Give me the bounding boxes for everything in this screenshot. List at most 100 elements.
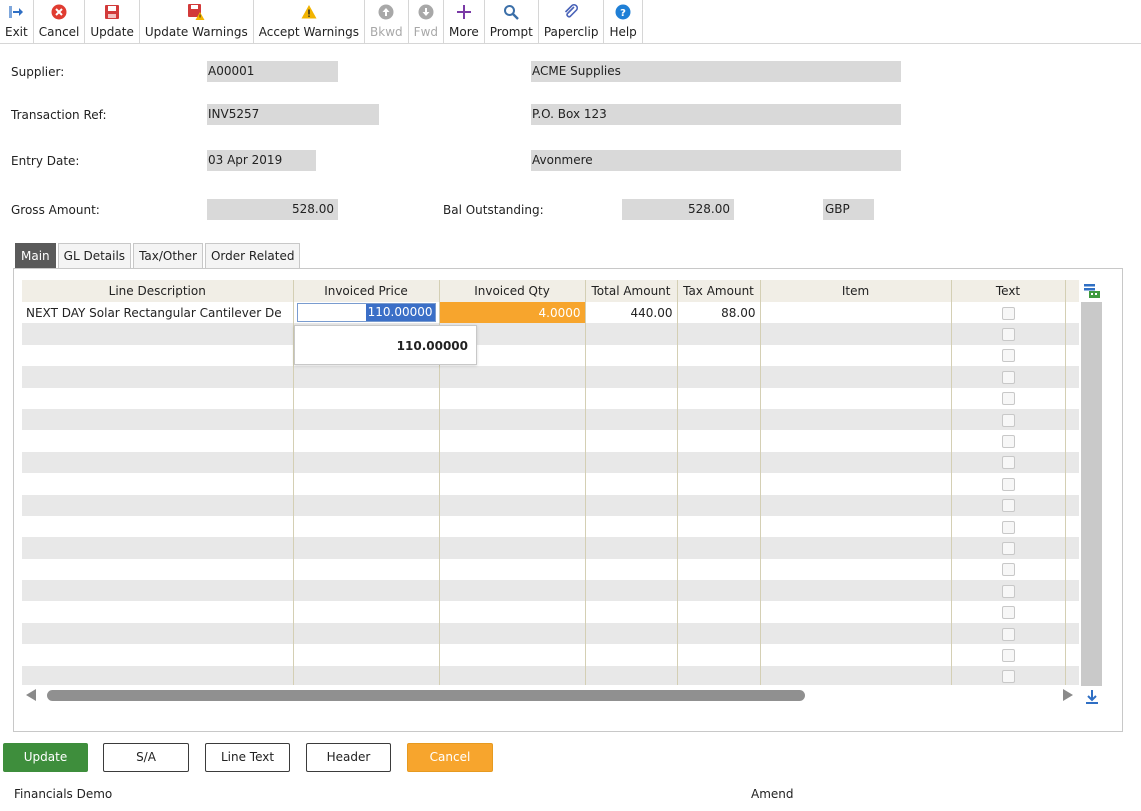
vertical-scrollbar[interactable] bbox=[1081, 302, 1102, 686]
item-cell[interactable] bbox=[760, 302, 952, 324]
grid-cell[interactable] bbox=[439, 665, 586, 685]
entry-date-field[interactable]: 03 Apr 2019 bbox=[207, 150, 316, 171]
text-checkbox[interactable] bbox=[1001, 648, 1015, 662]
grid-cell[interactable] bbox=[585, 601, 678, 623]
grid-cell[interactable] bbox=[439, 387, 586, 409]
grid-cell[interactable] bbox=[585, 644, 678, 666]
grid-cell[interactable] bbox=[293, 644, 440, 666]
table-row[interactable] bbox=[22, 344, 1079, 367]
grid-cell[interactable] bbox=[951, 430, 1066, 452]
grid-cell[interactable] bbox=[585, 451, 678, 474]
grid-cell[interactable] bbox=[760, 494, 952, 516]
table-row[interactable] bbox=[22, 323, 1079, 345]
grid-cell[interactable] bbox=[439, 473, 586, 495]
grid-cell[interactable] bbox=[439, 494, 586, 516]
prompt-button[interactable]: Prompt bbox=[485, 0, 539, 44]
text-cell[interactable] bbox=[951, 302, 1066, 324]
scroll-left-arrow-icon[interactable] bbox=[26, 689, 36, 701]
grid-cell[interactable] bbox=[677, 408, 761, 431]
tax-amount-cell[interactable]: 88.00 bbox=[677, 302, 761, 324]
table-row[interactable] bbox=[22, 665, 1079, 685]
grid-cell[interactable] bbox=[585, 366, 678, 388]
grid-cell[interactable] bbox=[677, 494, 761, 516]
grid-cell[interactable] bbox=[760, 622, 952, 645]
grid-cell[interactable] bbox=[677, 580, 761, 602]
grid-cell[interactable] bbox=[22, 665, 294, 685]
grid-cell[interactable] bbox=[22, 366, 294, 388]
table-row[interactable] bbox=[22, 601, 1079, 623]
text-checkbox[interactable] bbox=[1001, 606, 1015, 620]
grid-cell[interactable] bbox=[951, 558, 1066, 581]
table-row[interactable] bbox=[22, 622, 1079, 645]
text-checkbox[interactable] bbox=[1001, 370, 1015, 384]
grid-cell[interactable] bbox=[293, 558, 440, 581]
grid-cell[interactable] bbox=[951, 344, 1066, 367]
table-row[interactable] bbox=[22, 580, 1079, 602]
grid-cell[interactable] bbox=[585, 515, 678, 538]
invoiced-price-cell[interactable]: 110.00000 bbox=[293, 302, 440, 324]
grid-cell[interactable] bbox=[22, 451, 294, 474]
grid-cell[interactable] bbox=[22, 494, 294, 516]
bkwd-button[interactable]: Bkwd bbox=[365, 0, 409, 44]
grid-cell[interactable] bbox=[585, 344, 678, 367]
grid-cell[interactable] bbox=[677, 387, 761, 409]
table-row[interactable] bbox=[22, 644, 1079, 666]
table-row[interactable]: NEXT DAY Solar Rectangular Cantilever De… bbox=[22, 302, 1079, 324]
col-invoiced-qty[interactable]: Invoiced Qty bbox=[439, 280, 586, 302]
grid-cell[interactable] bbox=[951, 622, 1066, 645]
grid-cell[interactable] bbox=[951, 473, 1066, 495]
grid-cell[interactable] bbox=[293, 451, 440, 474]
text-checkbox[interactable] bbox=[1001, 435, 1015, 449]
grid-cell[interactable] bbox=[439, 580, 586, 602]
grid-cell[interactable] bbox=[293, 665, 440, 685]
gross-amount-field[interactable]: 528.00 bbox=[207, 199, 338, 220]
grid-cell[interactable] bbox=[585, 387, 678, 409]
grid-cell[interactable] bbox=[439, 408, 586, 431]
grid-cell[interactable] bbox=[439, 515, 586, 538]
table-row[interactable] bbox=[22, 537, 1079, 559]
grid-cell[interactable] bbox=[585, 494, 678, 516]
table-row[interactable] bbox=[22, 408, 1079, 431]
cancel-toolbar-button[interactable]: Cancel bbox=[34, 0, 86, 44]
grid-cell[interactable] bbox=[22, 622, 294, 645]
grid-cell[interactable] bbox=[677, 451, 761, 474]
grid-cell[interactable] bbox=[293, 387, 440, 409]
invoiced-price-input[interactable]: 110.00000 bbox=[296, 303, 436, 323]
total-amount-cell[interactable]: 440.00 bbox=[585, 302, 678, 324]
grid-cell[interactable] bbox=[760, 558, 952, 581]
text-checkbox[interactable] bbox=[1001, 413, 1015, 427]
col-invoiced-price[interactable]: Invoiced Price bbox=[293, 280, 440, 302]
grid-cell[interactable] bbox=[951, 408, 1066, 431]
grid-cell[interactable] bbox=[677, 473, 761, 495]
table-row[interactable] bbox=[22, 473, 1079, 495]
table-row[interactable] bbox=[22, 494, 1079, 516]
text-checkbox[interactable] bbox=[1001, 499, 1015, 513]
grid-cell[interactable] bbox=[951, 580, 1066, 602]
grid-cell[interactable] bbox=[760, 323, 952, 345]
grid-cell[interactable] bbox=[760, 408, 952, 431]
col-text[interactable]: Text bbox=[951, 280, 1066, 302]
grid-cell[interactable] bbox=[585, 473, 678, 495]
grid-cell[interactable] bbox=[293, 408, 440, 431]
grid-cell[interactable] bbox=[677, 344, 761, 367]
grid-cell[interactable] bbox=[293, 515, 440, 538]
paperclip-button[interactable]: Paperclip bbox=[539, 0, 605, 44]
text-checkbox[interactable] bbox=[1001, 349, 1015, 363]
text-checkbox[interactable] bbox=[1001, 627, 1015, 641]
grid-cell[interactable] bbox=[585, 622, 678, 645]
grid-cell[interactable] bbox=[951, 515, 1066, 538]
grid-cell[interactable] bbox=[951, 601, 1066, 623]
table-row[interactable] bbox=[22, 387, 1079, 409]
text-checkbox[interactable] bbox=[1001, 392, 1015, 406]
scroll-right-arrow-icon[interactable] bbox=[1063, 689, 1073, 701]
more-button[interactable]: More bbox=[444, 0, 485, 44]
grid-cell[interactable] bbox=[585, 665, 678, 685]
text-checkbox[interactable] bbox=[1001, 541, 1015, 555]
grid-cell[interactable] bbox=[760, 644, 952, 666]
accept-warnings-button[interactable]: Accept Warnings bbox=[254, 0, 366, 44]
grid-cell[interactable] bbox=[22, 323, 294, 345]
grid-cell[interactable] bbox=[677, 601, 761, 623]
grid-cell[interactable] bbox=[22, 344, 294, 367]
horizontal-scrollbar-thumb[interactable] bbox=[47, 690, 805, 701]
grid-cell[interactable] bbox=[760, 344, 952, 367]
